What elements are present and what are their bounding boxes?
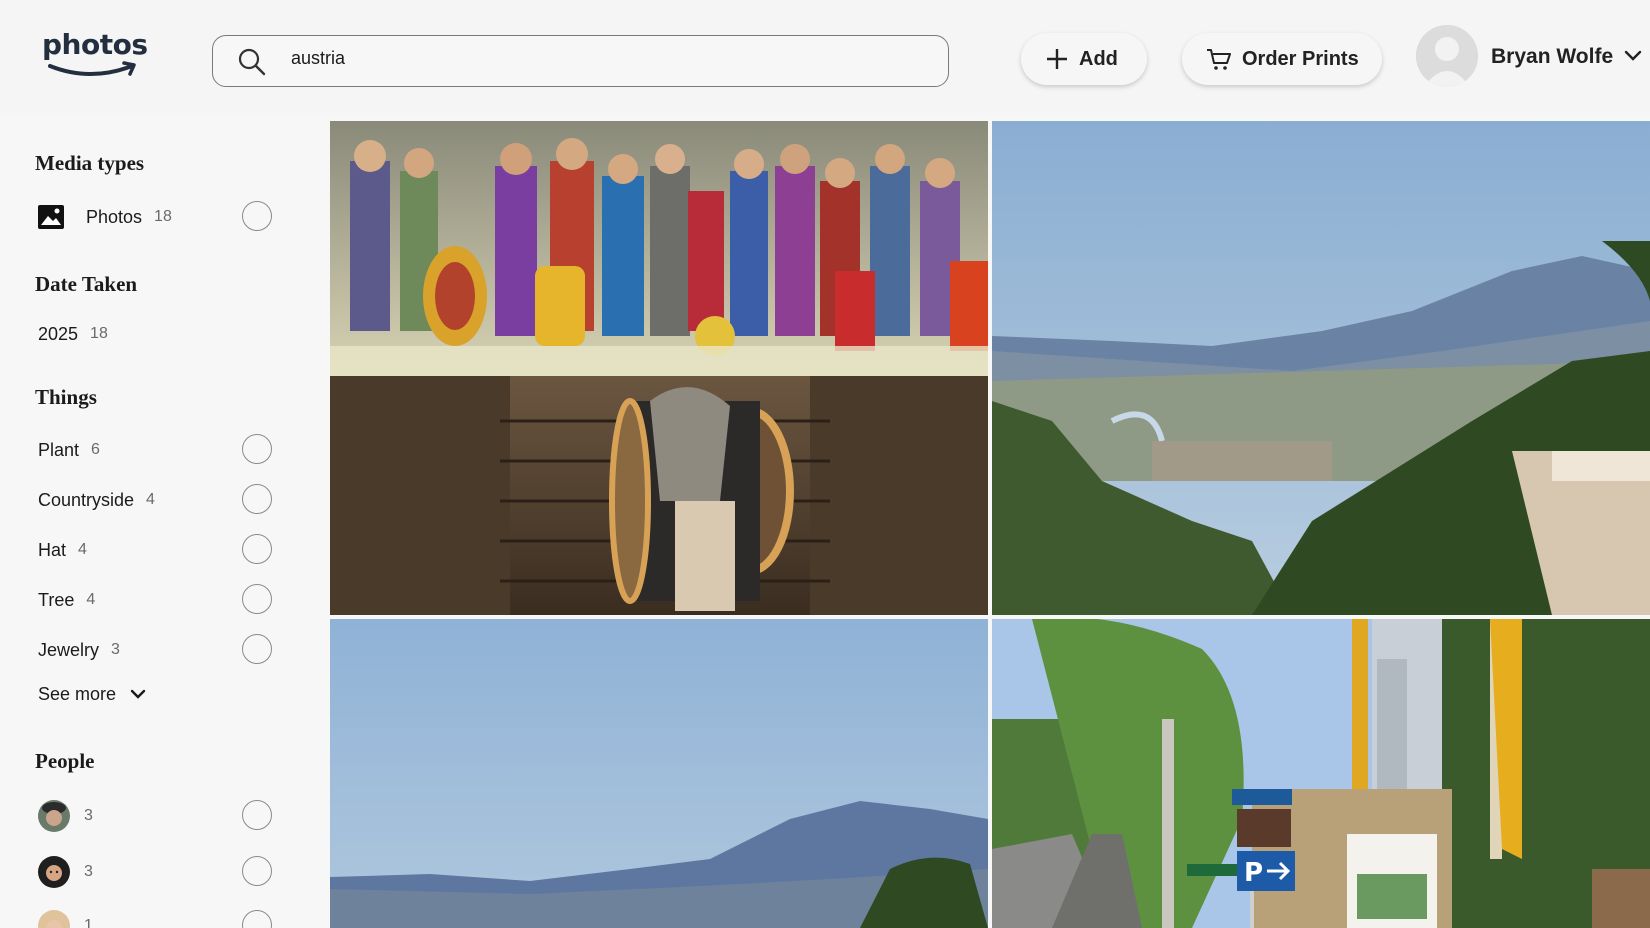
search-bar[interactable] xyxy=(212,35,949,87)
search-icon xyxy=(238,48,266,76)
filter-label: 2025 xyxy=(38,323,79,344)
filter-count: 3 xyxy=(111,641,120,658)
add-button[interactable]: Add xyxy=(1021,33,1147,85)
filter-label: Hat xyxy=(38,539,67,560)
see-more-button[interactable]: See more xyxy=(38,684,146,705)
filter-radio-photos[interactable] xyxy=(242,201,272,231)
photo-mountain-valley-view xyxy=(992,121,1650,615)
photo-tile[interactable] xyxy=(992,121,1650,615)
filter-sidebar: Media types Photos 18 Date Taken 2025 18… xyxy=(0,113,330,928)
filter-radio-countryside[interactable] xyxy=(242,484,272,514)
filter-item-2025[interactable]: 2025 18 xyxy=(38,318,278,350)
filter-label: Photos xyxy=(86,206,143,227)
photos-icon xyxy=(38,205,64,229)
filter-count: 4 xyxy=(86,591,96,608)
person-avatar xyxy=(38,800,70,832)
order-prints-button[interactable]: Order Prints xyxy=(1182,33,1382,85)
amazon-photos-logo[interactable]: photos xyxy=(42,28,148,88)
header: photos Add Order Prints xyxy=(0,0,1650,113)
logo-smile-icon xyxy=(48,61,136,76)
person-radio[interactable] xyxy=(242,800,272,830)
chevron-down-icon xyxy=(130,689,146,699)
photo-grid: P xyxy=(330,121,1650,928)
photo-road-signs-flags: P xyxy=(992,619,1650,928)
cart-icon xyxy=(1207,49,1231,70)
photo-tile[interactable]: P xyxy=(992,619,1650,928)
filter-count: 4 xyxy=(146,491,155,508)
date-taken-title: Date Taken xyxy=(35,272,138,296)
things-title: Things xyxy=(35,385,97,409)
filter-label: Countryside xyxy=(38,489,135,510)
filter-count: 18 xyxy=(90,325,108,342)
photo-celtic-mural-chariot xyxy=(330,121,988,615)
person-count: 3 xyxy=(84,863,93,880)
filter-radio-jewelry[interactable] xyxy=(242,634,272,664)
logo-text: photos xyxy=(42,28,148,61)
filter-count: 6 xyxy=(91,441,100,458)
user-avatar[interactable] xyxy=(1416,25,1478,87)
plus-icon xyxy=(1047,49,1067,69)
filter-radio-tree[interactable] xyxy=(242,584,272,614)
filter-count: 4 xyxy=(78,541,87,558)
user-name[interactable]: Bryan Wolfe xyxy=(1491,45,1613,69)
search-input[interactable] xyxy=(291,48,911,69)
filter-radio-hat[interactable] xyxy=(242,534,272,564)
photo-mountain-sky-view xyxy=(330,619,988,928)
person-avatar xyxy=(38,856,70,888)
filter-radio-plant[interactable] xyxy=(242,434,272,464)
user-silhouette-icon xyxy=(1416,25,1478,87)
photo-tile[interactable] xyxy=(330,619,988,928)
svg-text:P: P xyxy=(1244,858,1263,888)
people-title: People xyxy=(35,749,95,773)
add-button-label: Add xyxy=(1079,47,1118,70)
filter-label: Jewelry xyxy=(38,639,100,660)
order-prints-label: Order Prints xyxy=(1242,47,1359,70)
person-avatar xyxy=(38,910,70,928)
filter-count: 18 xyxy=(154,208,172,225)
filter-label: Tree xyxy=(38,589,75,610)
chevron-down-icon[interactable] xyxy=(1624,50,1642,62)
person-count: 3 xyxy=(84,807,93,824)
media-types-title: Media types xyxy=(35,151,145,175)
filter-label: Plant xyxy=(38,439,80,460)
photo-tile[interactable] xyxy=(330,121,988,615)
person-radio[interactable] xyxy=(242,856,272,886)
person-count: 1 xyxy=(84,917,93,928)
see-more-label: See more xyxy=(38,684,117,704)
